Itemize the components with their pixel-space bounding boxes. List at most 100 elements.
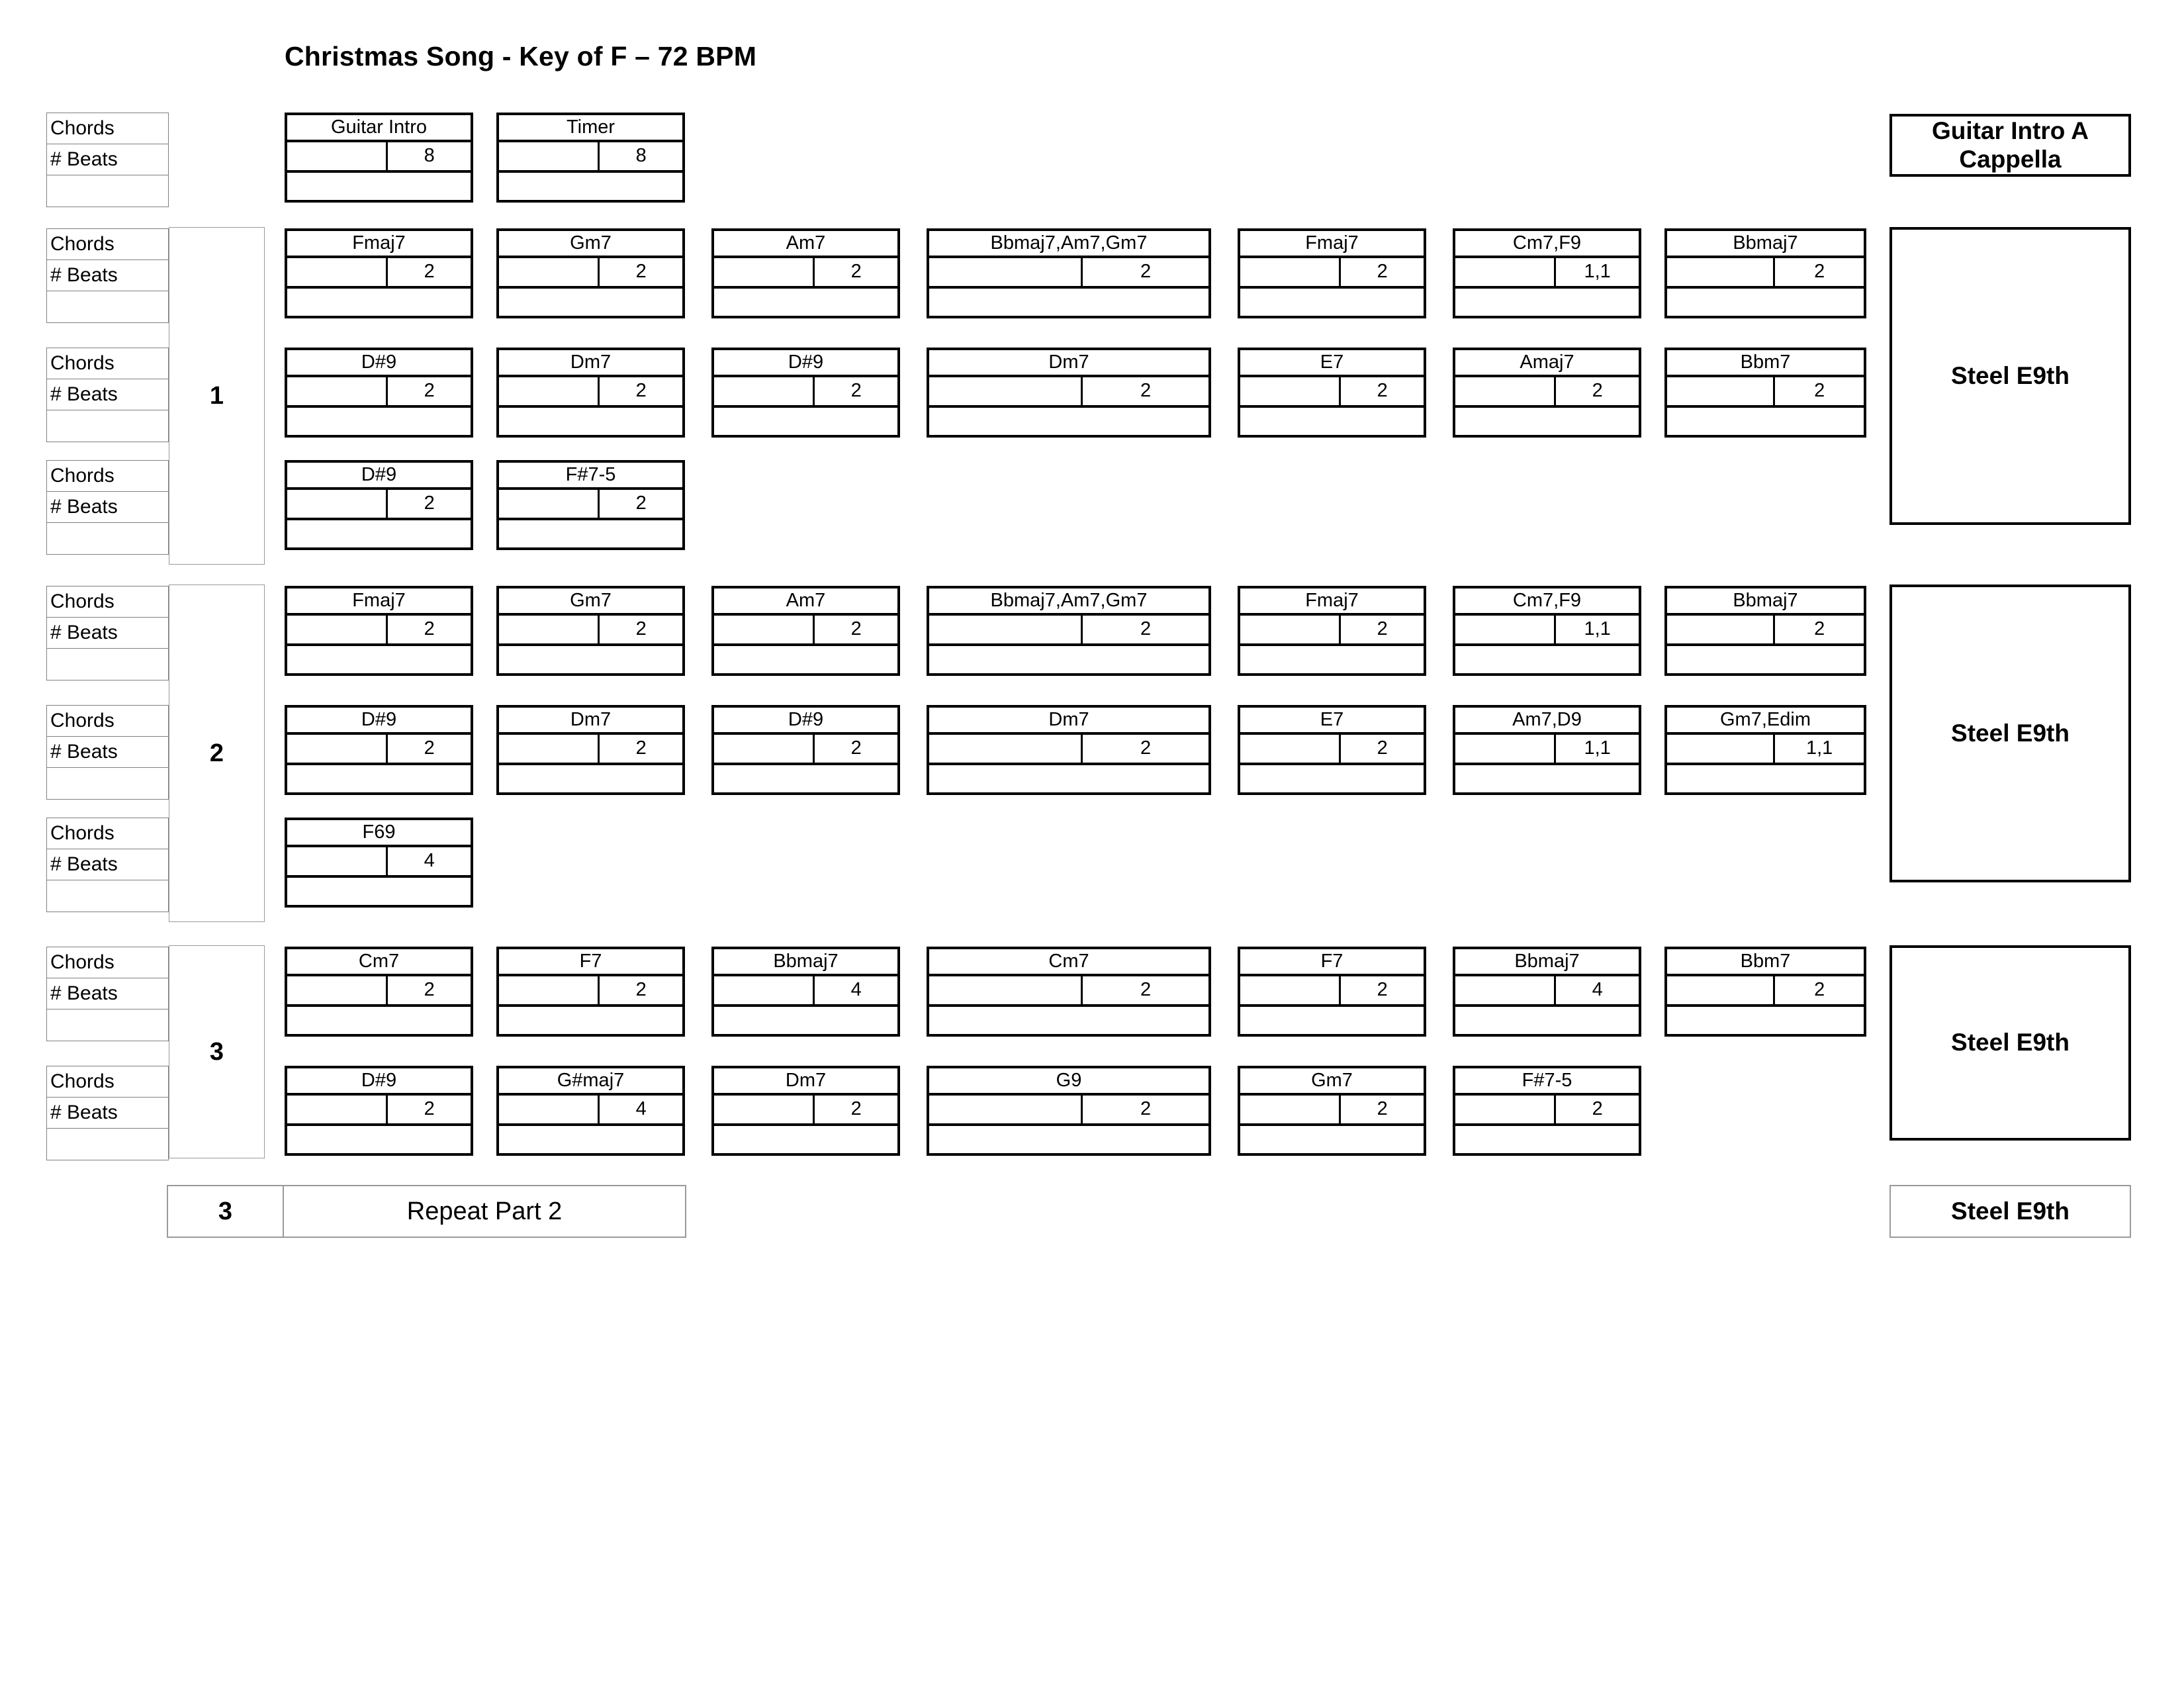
measure-beats-row: 2 [714, 1096, 897, 1126]
label-chords: Chords [47, 818, 168, 849]
repeat-bar[interactable]: 3 Repeat Part 2 [167, 1185, 686, 1238]
measure-box[interactable]: E7 2 [1238, 705, 1426, 795]
measure-box[interactable]: G#maj7 4 [496, 1066, 685, 1156]
measure-box[interactable]: F#7-5 2 [1453, 1066, 1641, 1156]
repeat-count: 3 [168, 1186, 284, 1237]
measure-box[interactable]: Bbm7 2 [1664, 947, 1866, 1037]
measure-box[interactable]: F7 2 [496, 947, 685, 1037]
measure-beats-value: 2 [1814, 618, 1825, 639]
measure-beats-value: 1,1 [1584, 261, 1611, 282]
measure-beats-left-cell [714, 377, 815, 405]
measure-box[interactable]: F7 2 [1238, 947, 1426, 1037]
label-chords: Chords [47, 947, 168, 978]
measure-box[interactable]: Cm7,F9 1,1 [1453, 228, 1641, 318]
measure-beats-value: 2 [1377, 1098, 1388, 1119]
measure-beats-left-cell [287, 142, 388, 170]
measure-chord: Bbmaj7 [1667, 588, 1864, 616]
measure-beats-row: 2 [287, 490, 471, 520]
measure-beats-left-cell [499, 142, 600, 170]
label-blank [47, 768, 168, 799]
measure-box[interactable]: Gm7 2 [496, 228, 685, 318]
measure-box[interactable]: F69 4 [285, 818, 473, 908]
measure-blank-row [1455, 289, 1639, 316]
measure-box[interactable]: F#7-5 2 [496, 460, 685, 550]
measure-beats-left-cell [929, 735, 1083, 763]
measure-box[interactable]: Dm7 2 [927, 705, 1211, 795]
measure-box[interactable]: Timer 8 [496, 113, 685, 203]
measure-chord: Cm7 [287, 949, 471, 976]
measure-box[interactable]: Am7,D9 1,1 [1453, 705, 1641, 795]
measure-box[interactable]: D#9 2 [711, 348, 900, 438]
measure-beats-left-cell [287, 976, 388, 1004]
measure-beats-left-cell [1240, 1096, 1342, 1123]
measure-beats-value: 1,1 [1806, 737, 1833, 759]
measure-beats-left-cell [499, 976, 600, 1004]
measure-beats-value: 2 [1592, 1098, 1603, 1119]
measure-beats-left-cell [929, 258, 1083, 286]
measure-box[interactable]: Am7 2 [711, 586, 900, 676]
measure-box[interactable]: Bbmaj7,Am7,Gm7 2 [927, 586, 1211, 676]
measure-box[interactable]: E7 2 [1238, 348, 1426, 438]
measure-beats-left-cell [714, 735, 815, 763]
measure-beats-value: 2 [1377, 737, 1388, 759]
measure-beats-value: 2 [635, 618, 647, 639]
measure-box[interactable]: Gm7 2 [496, 586, 685, 676]
measure-blank-row [1667, 765, 1864, 792]
measure-chord: D#9 [287, 350, 471, 377]
measure-chord: Amaj7 [1455, 350, 1639, 377]
label-beats: # Beats [47, 849, 168, 880]
measure-blank-row [499, 520, 682, 547]
measure-beats-left-cell [287, 258, 388, 286]
measure-box[interactable]: Dm7 2 [711, 1066, 900, 1156]
measure-beats-value: 2 [1140, 1098, 1152, 1119]
panel-steel-e9th-1: Steel E9th [1889, 227, 2131, 525]
measure-box[interactable]: D#9 2 [285, 460, 473, 550]
measure-box[interactable]: Bbmaj7 4 [1453, 947, 1641, 1037]
measure-box[interactable]: Bbmaj7 2 [1664, 586, 1866, 676]
measure-box[interactable]: Dm7 2 [496, 348, 685, 438]
measure-blank-row [929, 765, 1208, 792]
measure-box[interactable]: Bbmaj7,Am7,Gm7 2 [927, 228, 1211, 318]
measure-chord: F#7-5 [499, 463, 682, 490]
measure-box[interactable]: Fmaj7 2 [285, 586, 473, 676]
measure-chord: Cm7,F9 [1455, 588, 1639, 616]
measure-box[interactable]: Am7 2 [711, 228, 900, 318]
measure-beats-left-cell [1455, 735, 1557, 763]
measure-beats-value: 8 [635, 145, 647, 166]
measure-box[interactable]: Dm7 2 [927, 348, 1211, 438]
measure-box[interactable]: Cm7 2 [927, 947, 1211, 1037]
measure-box[interactable]: Bbmaj7 4 [711, 947, 900, 1037]
measure-box[interactable]: Bbmaj7 2 [1664, 228, 1866, 318]
measure-chord: Fmaj7 [1240, 588, 1424, 616]
measure-box[interactable]: Gm7,Edim 1,1 [1664, 705, 1866, 795]
label-blank [47, 291, 168, 322]
measure-beats-row: 2 [499, 616, 682, 646]
measure-beats-value: 2 [1140, 380, 1152, 401]
measure-beats-left-cell [287, 847, 388, 875]
measure-box[interactable]: D#9 2 [711, 705, 900, 795]
measure-box[interactable]: Cm7 2 [285, 947, 473, 1037]
measure-box[interactable]: Gm7 2 [1238, 1066, 1426, 1156]
measure-beats-row: 2 [929, 377, 1208, 408]
measure-box[interactable]: D#9 2 [285, 705, 473, 795]
measure-box[interactable]: D#9 2 [285, 348, 473, 438]
measure-box[interactable]: Fmaj7 2 [1238, 228, 1426, 318]
measure-box[interactable]: Guitar Intro 8 [285, 113, 473, 203]
measure-box[interactable]: Bbm7 2 [1664, 348, 1866, 438]
measure-box[interactable]: G9 2 [927, 1066, 1211, 1156]
measure-beats-left-cell [287, 490, 388, 518]
measure-box[interactable]: Fmaj7 2 [285, 228, 473, 318]
measure-beats-left-cell [1240, 616, 1342, 643]
measure-box[interactable]: Fmaj7 2 [1238, 586, 1426, 676]
label-beats: # Beats [47, 144, 168, 175]
measure-beats-left-cell [1455, 976, 1557, 1004]
measure-box[interactable]: D#9 2 [285, 1066, 473, 1156]
measure-chord: Guitar Intro [287, 115, 471, 142]
measure-box[interactable]: Cm7,F9 1,1 [1453, 586, 1641, 676]
measure-box[interactable]: Amaj7 2 [1453, 348, 1641, 438]
measure-chord: Fmaj7 [287, 231, 471, 258]
measure-blank-row [1240, 1007, 1424, 1034]
measure-chord: Cm7 [929, 949, 1208, 976]
measure-box[interactable]: Dm7 2 [496, 705, 685, 795]
measure-beats-left-cell [1240, 735, 1342, 763]
